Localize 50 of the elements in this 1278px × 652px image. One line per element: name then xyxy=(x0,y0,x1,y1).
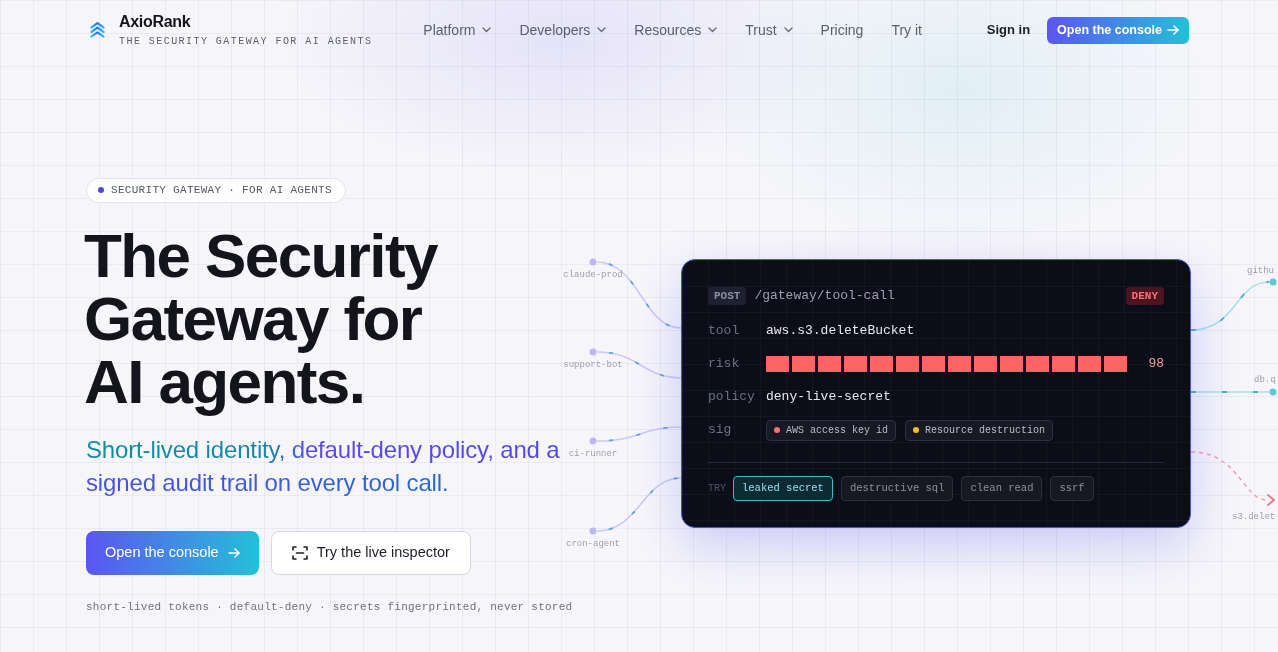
agent-label: cron-agent xyxy=(566,539,620,550)
verdict-badge: DENY xyxy=(1125,287,1164,305)
sample-chip[interactable]: destructive sql xyxy=(840,476,954,501)
nav-link[interactable]: Try it xyxy=(891,19,922,41)
node-dot-icon xyxy=(589,258,597,266)
hero-subtitle: Short-lived identity, default-deny policy, and a signed audit trail on every tool call. xyxy=(86,434,560,498)
field-label: risk xyxy=(708,355,741,374)
agent-label: support-bot xyxy=(563,360,623,371)
tag-label: AWS access key id xyxy=(786,423,889,438)
nav-link[interactable]: Developers xyxy=(519,19,607,41)
target-label: s3.delet xyxy=(1232,512,1276,523)
node-dot-icon xyxy=(589,348,597,356)
arrow-right-icon xyxy=(227,547,240,558)
endpoint-path: /gateway/tool-call xyxy=(754,287,895,306)
field-label: sig xyxy=(708,421,733,440)
node-dot-icon xyxy=(589,527,597,535)
nav-link[interactable]: Platform xyxy=(423,19,492,41)
eyebrow-text: SECURITY GATEWAY · FOR AI AGENTS xyxy=(111,182,332,198)
node-dot-icon xyxy=(1269,278,1277,286)
try-label: TRY xyxy=(708,482,725,496)
sample-chip[interactable]: ssrf xyxy=(1050,476,1094,501)
open-console-button[interactable]: Open the console xyxy=(1047,16,1189,44)
node-dot-icon xyxy=(1269,388,1277,396)
tag-label: Resource destruction xyxy=(925,423,1046,438)
open-console-button[interactable]: Open the console xyxy=(86,530,259,575)
agent-label: claude-prod xyxy=(563,270,623,281)
brand-tagline: THE SECURITY GATEWAY FOR AI AGENTS xyxy=(119,34,373,48)
field-label: policy xyxy=(708,388,756,407)
target-label: db.q xyxy=(1254,375,1276,386)
dot-icon xyxy=(98,187,104,193)
field-value: aws.s3.deleteBucket xyxy=(766,322,915,341)
arrow-right-icon xyxy=(1167,25,1179,35)
feature-note: short-lived tokens · default-deny · secrets fingerprinted, never stored xyxy=(86,599,573,615)
field-label: tool xyxy=(708,322,741,341)
brand-name: AxioRank xyxy=(119,12,192,31)
sign-in-link[interactable]: Sign in xyxy=(986,20,1031,40)
chevron-logo-icon xyxy=(90,22,105,38)
field-value: deny-live-secret xyxy=(766,388,891,407)
sample-chip[interactable]: leaked secret xyxy=(733,476,833,501)
nav-link[interactable]: Resources xyxy=(634,19,718,41)
node-dot-icon xyxy=(589,437,597,445)
agent-label: ci-runner xyxy=(568,449,618,460)
live-inspector-button[interactable]: Try the live inspector xyxy=(270,530,471,575)
nav-link[interactable]: Pricing xyxy=(820,19,864,41)
scan-icon xyxy=(291,545,308,560)
sample-chip[interactable]: clean read xyxy=(961,476,1043,501)
risk-score: 98 xyxy=(1148,355,1164,374)
method-badge: POST xyxy=(708,287,747,305)
nav-link[interactable]: Trust xyxy=(745,19,793,41)
target-label: githu xyxy=(1247,266,1274,277)
